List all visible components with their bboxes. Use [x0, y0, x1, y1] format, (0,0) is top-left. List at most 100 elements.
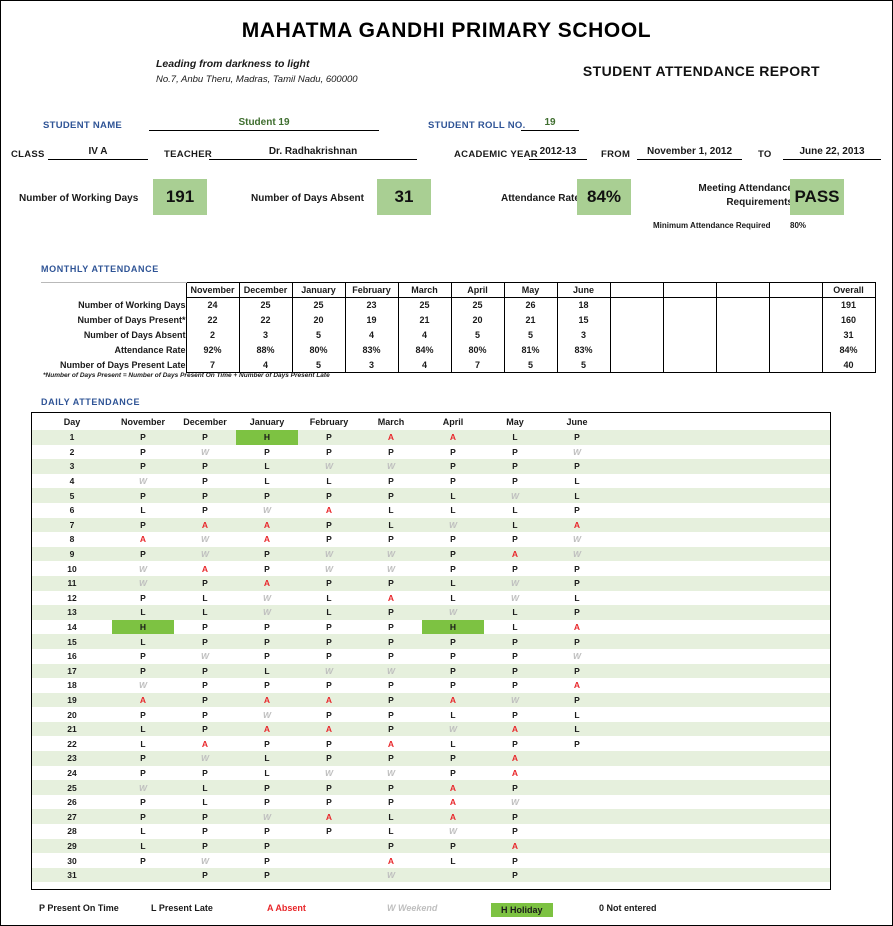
daily-attendance-cell[interactable]: W — [236, 707, 298, 722]
daily-attendance-cell[interactable]: P — [236, 867, 298, 883]
daily-attendance-cell[interactable]: H — [422, 619, 484, 635]
daily-attendance-cell[interactable]: A — [236, 517, 298, 533]
daily-attendance-cell[interactable]: P — [360, 751, 422, 766]
daily-attendance-cell[interactable] — [546, 867, 608, 883]
daily-attendance-cell[interactable]: W — [484, 575, 546, 591]
daily-attendance-cell[interactable]: P — [546, 430, 608, 445]
daily-attendance-cell[interactable]: A — [298, 809, 360, 825]
daily-attendance-cell[interactable]: L — [236, 459, 298, 474]
daily-attendance-cell[interactable]: P — [174, 707, 236, 722]
daily-attendance-cell[interactable]: A — [484, 838, 546, 854]
daily-attendance-cell[interactable]: L — [112, 634, 174, 649]
daily-attendance-cell[interactable]: P — [112, 795, 174, 810]
daily-attendance-cell[interactable]: W — [360, 561, 422, 576]
daily-attendance-cell[interactable]: A — [236, 532, 298, 547]
daily-attendance-cell[interactable]: P — [236, 795, 298, 810]
daily-attendance-cell[interactable]: P — [422, 663, 484, 679]
daily-attendance-cell[interactable]: P — [174, 692, 236, 708]
daily-attendance-cell[interactable]: A — [422, 809, 484, 825]
daily-attendance-cell[interactable]: P — [422, 546, 484, 562]
daily-attendance-cell[interactable]: A — [236, 692, 298, 708]
daily-attendance-cell[interactable] — [298, 853, 360, 868]
daily-attendance-cell[interactable]: P — [360, 532, 422, 547]
daily-attendance-cell[interactable]: L — [298, 591, 360, 606]
daily-attendance-cell[interactable]: H — [112, 619, 174, 635]
daily-attendance-cell[interactable]: L — [112, 736, 174, 751]
daily-attendance-cell[interactable]: P — [174, 721, 236, 737]
daily-attendance-cell[interactable]: W — [484, 488, 546, 503]
daily-attendance-cell[interactable]: P — [484, 445, 546, 460]
daily-attendance-cell[interactable]: L — [360, 517, 422, 533]
daily-attendance-cell[interactable]: P — [546, 634, 608, 649]
daily-attendance-cell[interactable]: A — [298, 692, 360, 708]
daily-attendance-cell[interactable]: A — [484, 751, 546, 766]
daily-attendance-cell[interactable]: W — [546, 445, 608, 460]
daily-attendance-cell[interactable]: P — [360, 445, 422, 460]
daily-attendance-cell[interactable]: L — [484, 620, 546, 635]
daily-attendance-cell[interactable]: L — [174, 605, 236, 620]
daily-attendance-cell[interactable]: P — [484, 853, 546, 868]
daily-attendance-cell[interactable]: P — [298, 649, 360, 664]
daily-attendance-cell[interactable]: W — [360, 766, 422, 781]
daily-attendance-cell[interactable]: W — [546, 532, 608, 547]
daily-attendance-cell[interactable]: L — [236, 663, 298, 679]
daily-attendance-cell[interactable]: P — [236, 488, 298, 503]
daily-attendance-cell[interactable] — [298, 867, 360, 883]
daily-attendance-cell[interactable]: P — [112, 649, 174, 664]
daily-attendance-cell[interactable]: P — [174, 474, 236, 489]
daily-attendance-cell[interactable]: W — [236, 591, 298, 606]
student-name-field[interactable]: Student 19 — [149, 117, 379, 131]
daily-attendance-cell[interactable]: H — [236, 430, 298, 445]
daily-attendance-cell[interactable]: P — [236, 634, 298, 649]
daily-attendance-cell[interactable]: P — [422, 474, 484, 489]
daily-attendance-cell[interactable]: P — [298, 634, 360, 649]
daily-attendance-cell[interactable]: L — [546, 707, 608, 722]
daily-attendance-cell[interactable]: W — [112, 678, 174, 693]
daily-attendance-cell[interactable]: W — [174, 751, 236, 766]
daily-attendance-cell[interactable]: L — [298, 605, 360, 620]
daily-attendance-cell[interactable]: P — [298, 795, 360, 810]
daily-attendance-cell[interactable]: P — [546, 692, 608, 708]
daily-attendance-cell[interactable]: A — [484, 546, 546, 562]
daily-attendance-cell[interactable]: L — [422, 575, 484, 591]
daily-attendance-cell[interactable]: W — [112, 474, 174, 489]
daily-attendance-cell[interactable]: P — [360, 620, 422, 635]
daily-attendance-cell[interactable]: P — [112, 459, 174, 474]
daily-attendance-cell[interactable]: P — [174, 663, 236, 679]
daily-attendance-cell[interactable]: L — [484, 517, 546, 533]
daily-attendance-cell[interactable]: L — [360, 809, 422, 825]
daily-attendance-cell[interactable]: W — [546, 546, 608, 562]
daily-attendance-cell[interactable]: A — [174, 561, 236, 576]
daily-attendance-cell[interactable]: W — [298, 663, 360, 679]
daily-attendance-cell[interactable] — [546, 795, 608, 810]
daily-attendance-cell[interactable]: A — [422, 780, 484, 795]
daily-attendance-cell[interactable]: L — [360, 824, 422, 839]
daily-attendance-cell[interactable]: W — [236, 809, 298, 825]
daily-attendance-cell[interactable]: P — [174, 867, 236, 883]
daily-attendance-cell[interactable]: P — [546, 575, 608, 591]
daily-attendance-cell[interactable] — [546, 824, 608, 839]
daily-attendance-cell[interactable]: P — [236, 780, 298, 795]
daily-attendance-cell[interactable]: L — [236, 766, 298, 781]
daily-attendance-cell[interactable]: P — [484, 663, 546, 679]
daily-attendance-cell[interactable]: L — [484, 605, 546, 620]
daily-attendance-cell[interactable]: P — [298, 780, 360, 795]
daily-attendance-cell[interactable]: W — [236, 503, 298, 518]
daily-attendance-cell[interactable]: A — [174, 736, 236, 751]
daily-attendance-cell[interactable]: W — [174, 853, 236, 868]
daily-attendance-cell[interactable]: W — [298, 546, 360, 562]
daily-attendance-cell[interactable]: P — [422, 561, 484, 576]
daily-attendance-cell[interactable]: P — [174, 575, 236, 591]
daily-attendance-cell[interactable]: P — [298, 488, 360, 503]
daily-attendance-cell[interactable]: P — [298, 678, 360, 693]
daily-attendance-cell[interactable]: P — [360, 795, 422, 810]
daily-attendance-cell[interactable]: W — [174, 445, 236, 460]
daily-attendance-cell[interactable]: W — [484, 692, 546, 708]
daily-attendance-cell[interactable]: A — [484, 721, 546, 737]
daily-attendance-cell[interactable]: A — [360, 736, 422, 751]
daily-attendance-cell[interactable]: W — [422, 605, 484, 620]
daily-attendance-cell[interactable]: L — [298, 474, 360, 489]
daily-attendance-cell[interactable]: P — [422, 445, 484, 460]
daily-attendance-cell[interactable]: P — [360, 692, 422, 708]
daily-attendance-cell[interactable]: P — [112, 809, 174, 825]
